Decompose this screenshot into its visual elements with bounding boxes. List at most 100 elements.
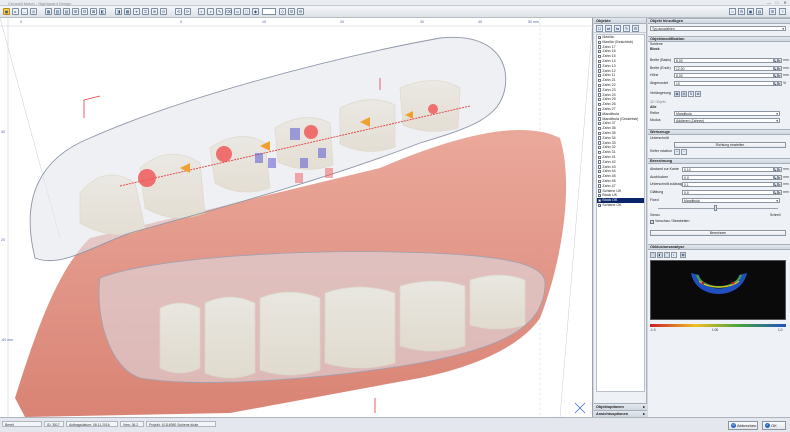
swap-left-icon[interactable]: ⇄ [605, 25, 612, 32]
toolbar-button-7[interactable]: ▤ [63, 8, 70, 15]
spin-down-button[interactable]: ▾ [778, 182, 782, 188]
toolbar-button-25[interactable]: ▯ [243, 8, 250, 15]
toolbar-button-6[interactable]: ▧ [54, 8, 61, 15]
value-input[interactable]: 8,00 [674, 58, 774, 64]
precision-slider-track[interactable] [658, 208, 778, 209]
object-list[interactable]: ✓ Maxilla Maxilla (Gesichtsb) Zahn 17 Zahn 1… [596, 34, 645, 392]
gear-icon[interactable]: ⚙ [632, 25, 639, 32]
object-visibility-checkbox[interactable] [598, 88, 602, 92]
view-button[interactable]: ▣ [747, 8, 754, 15]
row-dropdown[interactable]: Mandibula [674, 111, 780, 117]
spin-up-button[interactable]: ▴ [774, 182, 778, 188]
layout-button[interactable]: ▤ [756, 8, 763, 15]
object-visibility-checkbox[interactable] [598, 165, 602, 169]
rotation-plus-button[interactable]: + [674, 149, 680, 155]
zoom-field[interactable] [262, 8, 276, 15]
toolbar-button-22[interactable]: ✎ [216, 8, 223, 15]
object-visibility-checkbox[interactable] [598, 93, 602, 97]
value-input[interactable]: 0,1 [682, 182, 774, 188]
object-visibility-checkbox[interactable]: ✓ [598, 203, 602, 207]
object-visibility-checkbox[interactable] [598, 126, 602, 131]
toolbar-button-23[interactable]: ⌫ [225, 8, 232, 15]
object-type-dropdown[interactable]: Typ auswählen [650, 26, 786, 32]
extension-option-4-icon[interactable]: ⇄ [695, 91, 701, 97]
object-visibility-checkbox[interactable]: ✓ [598, 189, 602, 193]
spin-up-button[interactable]: ▴ [774, 80, 778, 86]
settings-button[interactable]: ⚙ [738, 8, 745, 15]
object-visibility-checkbox[interactable] [598, 160, 602, 164]
object-list-item[interactable]: ✓ Schiene OK [597, 203, 644, 208]
object-visibility-checkbox[interactable]: ✓ [598, 35, 602, 39]
object-visibility-checkbox[interactable] [598, 150, 602, 155]
swap-right-icon[interactable]: ⇆ [614, 25, 621, 32]
extension-option-1-icon[interactable]: ▦ [674, 91, 680, 97]
object-visibility-checkbox[interactable] [598, 117, 602, 121]
toolbar-button-16[interactable]: ⊕ [151, 8, 158, 15]
toolbar-button-27[interactable]: ◇ [279, 8, 286, 15]
extension-option-2-icon[interactable]: ▧ [681, 91, 687, 97]
minimize-button[interactable]: — [766, 0, 772, 5]
toolbar-button-28[interactable]: ☰ [288, 8, 295, 15]
toolbar-button-10[interactable]: ⊠ [90, 8, 97, 15]
toolbar-button-13[interactable]: ▩ [124, 8, 131, 15]
object-visibility-checkbox[interactable] [598, 64, 602, 68]
object-visibility-checkbox[interactable]: ✓ [598, 112, 602, 116]
occlusion-view-5-icon[interactable]: ▦ [680, 252, 686, 258]
toolbar-button-9[interactable]: ⊟ [81, 8, 88, 15]
value-input[interactable]: 10 [674, 80, 774, 86]
maximize-button[interactable]: □ [774, 0, 780, 5]
select-all-icon[interactable]: ☐ [596, 25, 603, 32]
spin-down-button[interactable]: ▾ [778, 189, 782, 195]
value-input[interactable]: 0,0 [682, 174, 774, 180]
toolbar-button-21[interactable]: ◑ [207, 8, 214, 15]
value-input[interactable]: 0,0 [682, 189, 774, 195]
spin-down-button[interactable]: ▾ [778, 58, 782, 64]
object-visibility-checkbox[interactable] [598, 174, 602, 179]
object-visibility-checkbox[interactable] [598, 179, 602, 183]
toolbar-button-12[interactable]: ◨ [115, 8, 122, 15]
object-visibility-checkbox[interactable] [598, 78, 602, 83]
object-options-panel[interactable]: Objektoptionen ▸ [594, 403, 647, 410]
toolbar-button-8[interactable]: ⊞ [72, 8, 79, 15]
toolbar-button-17[interactable]: ⊖ [160, 8, 167, 15]
spin-up-button[interactable]: ▴ [774, 167, 778, 173]
object-visibility-checkbox[interactable] [598, 122, 602, 126]
object-visibility-checkbox[interactable] [598, 155, 602, 160]
object-visibility-checkbox[interactable] [598, 69, 602, 73]
set-direction-button[interactable]: Richtung einstellen [674, 142, 786, 148]
toolbar-button-14[interactable]: ⌖ [133, 8, 140, 15]
spin-up-button[interactable]: ▴ [774, 189, 778, 195]
toolbar-button-4[interactable]: ◎ [30, 8, 37, 15]
toolbar-button-19[interactable]: ⟳ [184, 8, 191, 15]
spin-up-button[interactable]: ▴ [774, 58, 778, 64]
value-input[interactable]: 12,00 [674, 65, 774, 71]
spin-up-button[interactable]: ▴ [774, 174, 778, 180]
occlusion-map[interactable] [650, 260, 786, 320]
fixed-dropdown[interactable]: Mandibula [682, 198, 780, 204]
calculate-button[interactable]: Berechnen [650, 230, 786, 236]
ok-button[interactable]: ✓ OK [762, 420, 786, 430]
object-visibility-checkbox[interactable] [598, 184, 602, 188]
occlusion-view-2-icon[interactable]: ◧ [657, 252, 663, 258]
toolbar-button-5[interactable]: ▦ [45, 8, 52, 15]
spin-down-button[interactable]: ▾ [778, 167, 782, 173]
toolbar-button-11[interactable]: ◧ [99, 8, 106, 15]
toolbar-button-2[interactable]: ▸ [12, 8, 19, 15]
object-visibility-checkbox[interactable] [598, 40, 602, 44]
occlusion-view-4-icon[interactable]: ◐ [671, 252, 677, 258]
object-visibility-checkbox[interactable] [598, 83, 602, 88]
object-visibility-checkbox[interactable] [598, 141, 602, 145]
spin-down-button[interactable]: ▾ [778, 73, 782, 79]
toolbar-button-3[interactable]: ↔ [21, 8, 28, 15]
object-visibility-checkbox[interactable]: ✓ [598, 194, 602, 198]
object-visibility-checkbox[interactable] [598, 45, 602, 49]
object-visibility-checkbox[interactable] [598, 98, 602, 102]
toolbar-button-24[interactable]: ▭ [234, 8, 241, 15]
object-visibility-checkbox[interactable] [598, 170, 602, 174]
object-visibility-checkbox[interactable] [598, 102, 602, 107]
toolbar-button-1[interactable]: ▣ [3, 8, 10, 15]
extension-option-3-icon[interactable]: ⇅ [688, 91, 694, 97]
close-button[interactable]: ✕ [782, 0, 788, 5]
object-visibility-checkbox[interactable] [598, 131, 602, 136]
toolbar-button-18[interactable]: ⟲ [175, 8, 182, 15]
